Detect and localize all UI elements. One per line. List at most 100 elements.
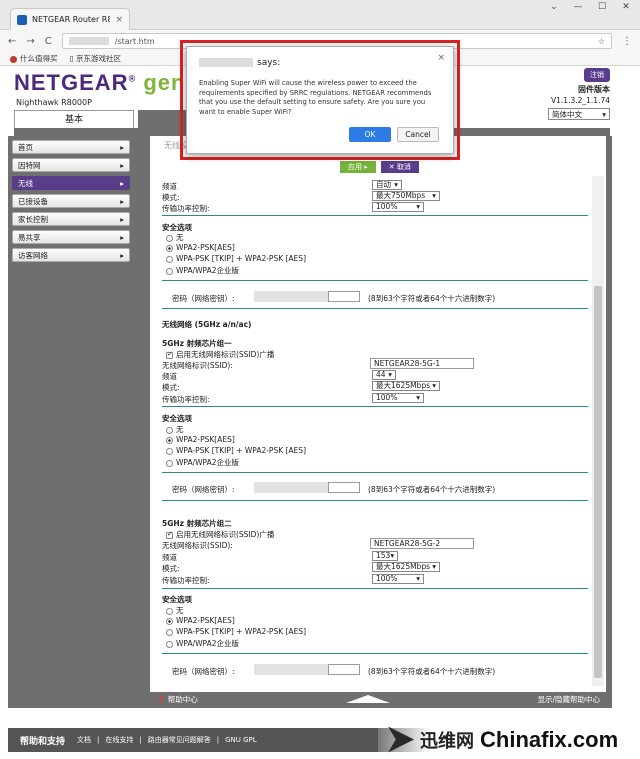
mode-select[interactable]: 最大750Mbps ▾ xyxy=(372,191,440,201)
help-center-bar: ❓ 帮助中心 显示/隐藏帮助中心 xyxy=(150,692,606,706)
cancel-button[interactable]: Cancel xyxy=(397,127,439,142)
ssid-label: 无线网络标识(SSID): xyxy=(162,361,233,370)
sidebar-item-parental-control[interactable]: 家长控制 ▸ xyxy=(12,212,130,226)
collapse-arrow-icon[interactable] xyxy=(345,695,390,703)
support-link-online[interactable]: 在线支持 xyxy=(105,735,133,745)
browser-tab[interactable]: NETGEAR Router R8000P × xyxy=(10,8,130,30)
tab-basic[interactable]: 基本 xyxy=(14,110,134,128)
logout-button[interactable]: 注销 xyxy=(584,68,610,82)
ssid-input[interactable]: NETGEAR28-5G-2 xyxy=(370,538,474,549)
watermark-logo-icon xyxy=(388,726,414,753)
password-label: 密码（网络密钥）: xyxy=(172,294,235,303)
band5-title: 无线网络 (5GHz a/n/ac) xyxy=(162,320,252,329)
action-buttons: 应用 ▸ ✕ 取消 xyxy=(340,161,419,173)
chevron-down-icon: ▾ xyxy=(602,109,606,119)
bookmark-item[interactable]: 什么值得买 xyxy=(10,53,58,64)
security-option[interactable]: WPA/WPA2企业版 xyxy=(166,457,239,468)
sidebar-item-readyshare[interactable]: 易共享 ▸ xyxy=(12,230,130,244)
security-option[interactable]: WPA/WPA2企业版 xyxy=(166,638,239,649)
power-select[interactable]: 100% ▾ xyxy=(372,393,424,403)
channel-label: 频道 xyxy=(162,372,177,381)
sidebar-item-attached-devices[interactable]: 已接设备 ▸ xyxy=(12,194,130,208)
browser-tabbar: NETGEAR Router R8000P × ⌄ — ☐ ✕ xyxy=(0,0,640,30)
profile-icon[interactable]: ⌄ xyxy=(546,2,562,12)
support-title: 帮助和支持 xyxy=(20,736,66,747)
divider xyxy=(162,215,588,216)
security-option[interactable]: 无 xyxy=(166,605,184,616)
minimize-icon[interactable]: — xyxy=(570,2,586,12)
chevron-down-icon: ▾ xyxy=(390,551,395,560)
support-link-docs[interactable]: 文档 xyxy=(77,735,91,745)
support-link-gpl[interactable]: GNU GPL xyxy=(225,736,257,744)
divider xyxy=(162,500,588,501)
mode-label: 模式: xyxy=(162,564,180,573)
ssid-input[interactable]: NETGEAR28-5G-1 xyxy=(370,358,474,369)
password-hint: (8到63个字符或者64个十六进制数字) xyxy=(368,294,496,303)
firmware-label: 固件版本 xyxy=(578,85,610,94)
watermark-en: Chinafix.com xyxy=(480,726,619,752)
mode-select[interactable]: 最大1625Mbps ▾ xyxy=(372,381,440,391)
bookmark-star-icon[interactable]: ☆ xyxy=(598,37,605,46)
channel-select[interactable]: 153 ▾ xyxy=(372,551,398,561)
ssid-broadcast-checkbox[interactable]: 启用无线网络标识(SSID)广播 xyxy=(166,529,274,540)
bookmark-item[interactable]: ▯ 京东游戏社区 xyxy=(70,53,122,64)
forward-icon[interactable]: → xyxy=(26,36,34,47)
dialog-close-icon[interactable]: × xyxy=(437,53,445,63)
power-select[interactable]: 100% ▾ xyxy=(372,574,424,584)
channel-label: 频道 xyxy=(162,182,177,191)
redacted-password xyxy=(254,291,328,302)
sidebar-item-guest-network[interactable]: 访客网络 ▸ xyxy=(12,248,130,262)
ssid-broadcast-checkbox[interactable]: 启用无线网络标识(SSID)广播 xyxy=(166,349,274,360)
security-option[interactable]: WPA2-PSK[AES] xyxy=(166,616,235,625)
power-select[interactable]: 100% ▾ xyxy=(372,202,424,212)
redacted-password xyxy=(254,482,328,493)
channel-select[interactable]: 44 ▾ xyxy=(372,370,396,380)
security-option[interactable]: WPA-PSK [TKIP] + WPA2-PSK [AES] xyxy=(166,446,306,455)
password-input[interactable] xyxy=(328,482,360,493)
help-center-link[interactable]: ❓ 帮助中心 xyxy=(156,694,198,705)
security-option[interactable]: 无 xyxy=(166,232,184,243)
chip2-title: 5GHz 射频芯片组二 xyxy=(162,519,232,528)
dialog-title: says: xyxy=(257,58,281,68)
security-option[interactable]: WPA2-PSK[AES] xyxy=(166,435,235,444)
chevron-down-icon: ▾ xyxy=(388,370,392,379)
toggle-help-link[interactable]: 显示/隐藏帮助中心 xyxy=(537,694,600,705)
separator: | xyxy=(216,736,220,744)
chevron-down-icon: ▾ xyxy=(432,381,436,390)
sidebar-item-wireless[interactable]: 无线 ▸ xyxy=(12,176,130,190)
chevron-down-icon: ▾ xyxy=(432,562,436,571)
menu-icon[interactable]: ⋮ xyxy=(622,36,632,47)
security-option[interactable]: WPA2-PSK[AES] xyxy=(166,243,235,252)
reload-icon[interactable]: C xyxy=(45,36,52,47)
sidebar-item-internet[interactable]: 因特网 ▸ xyxy=(12,158,130,172)
scrollbar-thumb[interactable] xyxy=(594,286,602,678)
channel-select[interactable]: 自动 ▾ xyxy=(372,180,402,190)
ok-button[interactable]: OK xyxy=(349,127,391,142)
security-option[interactable]: WPA/WPA2企业版 xyxy=(166,265,239,276)
security-option[interactable]: WPA-PSK [TKIP] + WPA2-PSK [AES] xyxy=(166,254,306,263)
mode-select[interactable]: 最大1625Mbps ▾ xyxy=(372,562,440,572)
channel-label: 频道 xyxy=(162,553,177,562)
mode-label: 模式: xyxy=(162,383,180,392)
separator: | xyxy=(139,736,142,744)
security-option[interactable]: 无 xyxy=(166,424,184,435)
security-option[interactable]: WPA-PSK [TKIP] + WPA2-PSK [AES] xyxy=(166,627,306,636)
password-hint: (8到63个字符或者64个十六进制数字) xyxy=(368,485,496,494)
watermark-cn: 迅维网 xyxy=(420,730,474,752)
bookmark-favicon-icon xyxy=(10,55,17,63)
password-input[interactable] xyxy=(328,291,360,302)
power-label: 传输功率控制: xyxy=(162,204,210,213)
language-select[interactable]: 简体中文 ▾ xyxy=(548,108,610,120)
tab-close-icon[interactable]: × xyxy=(115,15,123,25)
password-input[interactable] xyxy=(328,664,360,675)
chevron-down-icon: ▾ xyxy=(394,180,398,189)
cancel-settings-button[interactable]: ✕ 取消 xyxy=(380,161,419,173)
divider xyxy=(162,653,588,654)
back-icon[interactable]: ← xyxy=(8,36,16,47)
support-link-faq[interactable]: 路由器常见问题解答 xyxy=(148,735,211,745)
maximize-icon[interactable]: ☐ xyxy=(594,2,610,12)
apply-button[interactable]: 应用 ▸ xyxy=(340,161,376,173)
sidebar-item-home[interactable]: 首页 ▸ xyxy=(12,140,130,154)
close-icon[interactable]: ✕ xyxy=(618,2,634,12)
wireless-settings-panel xyxy=(150,136,606,692)
